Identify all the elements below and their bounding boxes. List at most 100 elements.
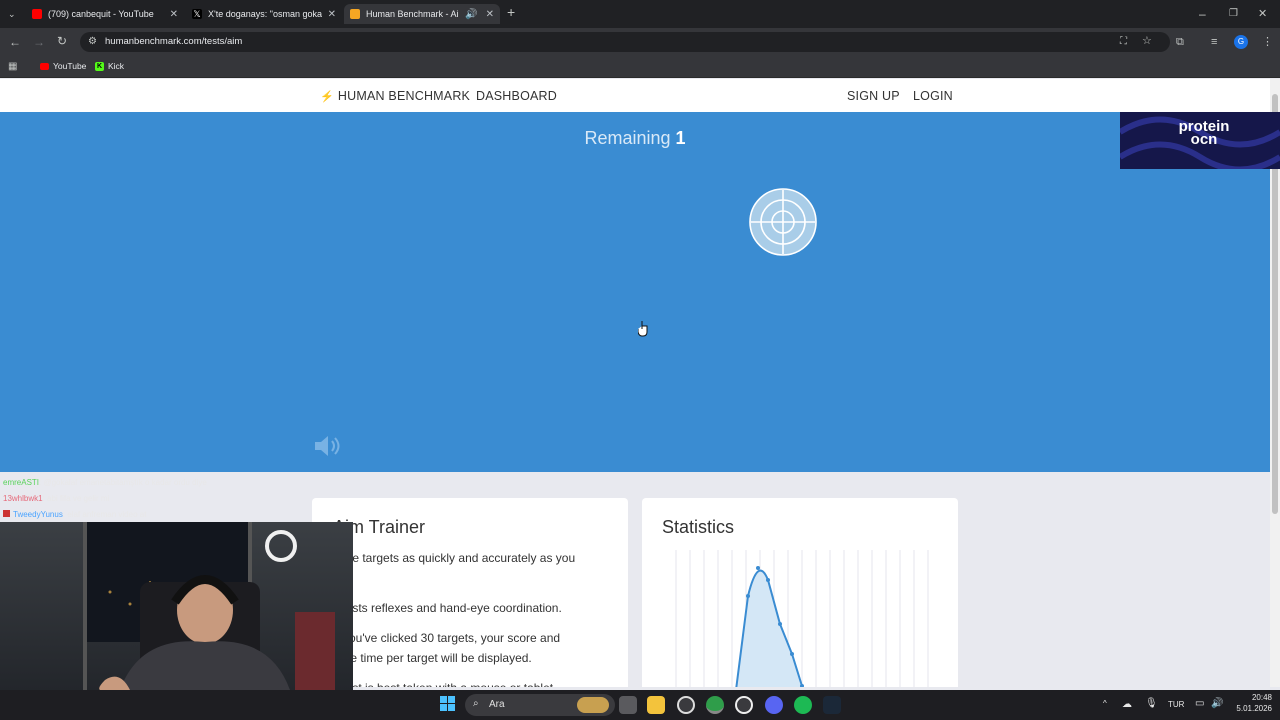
search-icon: ⌕ (473, 698, 479, 709)
chat-text: : elaf anfreman video at (62, 510, 147, 519)
chat-username: emreASTI (3, 478, 40, 487)
about-line-5: s test is best taken with a mouse or tab… (333, 678, 553, 687)
sound-toggle-icon[interactable] (313, 434, 343, 458)
volume-icon[interactable]: 🔊 (1211, 698, 1223, 709)
chat-badge-icon (3, 510, 10, 517)
about-line-2: s tests reflexes and hand-eye coordinati… (333, 601, 562, 615)
file-explorer-icon[interactable] (647, 696, 665, 714)
tab-title: Human Benchmark - Aim Tr (366, 9, 459, 19)
reload-icon[interactable]: ↻ (57, 35, 67, 47)
tray-overflow-icon[interactable]: ^ (1103, 699, 1107, 708)
kick-icon: K (95, 61, 104, 71)
login-link[interactable]: LOGIN (913, 89, 953, 103)
new-tab-button[interactable]: + (507, 5, 515, 19)
bookmark-youtube[interactable]: YouTube (40, 61, 86, 71)
about-card: Aim Trainer k the targets as quickly and… (312, 498, 628, 687)
bookmark-star-icon[interactable]: ☆ (1142, 35, 1152, 47)
sponsor-logo: protein ocn (1175, 119, 1233, 147)
microphone-icon[interactable]: 🎙 (1145, 698, 1158, 709)
steam-icon[interactable] (823, 696, 841, 714)
tab-youtube[interactable]: (709) canbequit - YouTube ✕ (26, 4, 184, 24)
remaining-value: 1 (675, 128, 686, 148)
task-view-icon[interactable] (619, 696, 637, 714)
network-icon[interactable]: ▭ (1195, 698, 1204, 709)
profile-avatar[interactable]: G (1234, 35, 1248, 49)
back-icon[interactable]: ← (9, 36, 21, 48)
search-label: Ara (489, 699, 505, 710)
clock-time: 20:48 (1251, 693, 1272, 702)
windows-start-icon[interactable] (440, 696, 456, 712)
tab-strip: ⌄ (709) canbequit - YouTube ✕ 𝕏 X'te dog… (0, 0, 1280, 28)
discord-icon[interactable] (765, 696, 783, 714)
hand-cursor-icon (638, 321, 648, 337)
sponsor-overlay: protein ocn (1120, 112, 1280, 169)
app-icon[interactable] (677, 696, 695, 714)
remaining-counter: Remaining 1 (0, 128, 1270, 149)
chat-message: 13whlbwk1: abi fifa ve gelir mi (3, 494, 109, 503)
lightning-bolt-icon: ⚡ (320, 91, 334, 103)
about-line-3: e you've clicked 30 targets, your score … (333, 631, 561, 645)
bookmark-label: YouTube (53, 61, 87, 71)
spotify-icon[interactable] (794, 696, 812, 714)
webcam-overlay (0, 522, 353, 690)
site-navbar: ⚡ HUMAN BENCHMARK DASHBOARD SIGN UP LOGIN (0, 79, 1270, 112)
menu-kebab-icon[interactable]: ⋮ (1262, 36, 1273, 48)
chat-text: : abi fifa ve gelir mi (42, 494, 110, 503)
speaker-audio-icon[interactable]: 🔊 (465, 9, 477, 20)
aim-test-area[interactable]: Remaining 1 (0, 112, 1270, 472)
chat-message: emreASTI: @gokalaf emanetabitamştık o ka… (3, 478, 207, 487)
media-controls-icon[interactable]: ≡ (1211, 36, 1217, 48)
chat-username: TweedyYunus (13, 510, 63, 519)
chat-text: : @gokalaf emanetabitamştık o kadar ordu… (39, 478, 207, 487)
about-line-4: rage time per target will be displayed. (333, 651, 532, 665)
restore-icon[interactable]: ❐ (1229, 8, 1238, 20)
bookmarks-bar (0, 56, 1280, 78)
tab-title: (709) canbequit - YouTube (48, 9, 154, 19)
tab-x[interactable]: 𝕏 X'te doganays: "osman gokala ✕ (186, 4, 342, 24)
tab-title: X'te doganays: "osman gokala (208, 9, 322, 19)
close-tab-icon[interactable]: ✕ (328, 9, 336, 20)
x-favicon-icon: 𝕏 (192, 9, 202, 19)
youtube-favicon-icon (32, 9, 42, 19)
webcam-feed-image (0, 522, 353, 690)
clock-date: 5.01.2026 (1236, 704, 1272, 713)
brand-text: HUMAN BENCHMARK (337, 89, 471, 103)
clock[interactable]: 20:48 5.01.2026 (1236, 693, 1272, 713)
site-info-icon[interactable]: ⚙ (88, 36, 97, 48)
address-bar[interactable]: ⚙ humanbenchmark.com/tests/aim ⛶ ☆ (80, 32, 1170, 52)
tab-human-benchmark[interactable]: Human Benchmark - Aim Tr 🔊 ✕ (344, 4, 500, 24)
stream-chat-overlay: emreASTI: @gokalaf emanetabitamştık o ka… (0, 474, 360, 522)
apps-grid-icon[interactable]: ▦ (8, 61, 17, 73)
search-highlight-icon (577, 697, 609, 713)
bookmark-kick[interactable]: K Kick (95, 61, 124, 71)
dashboard-link[interactable]: DASHBOARD (476, 89, 557, 103)
brand-link[interactable]: ⚡ HUMAN BENCHMARK (320, 89, 470, 103)
close-tab-icon[interactable]: ✕ (170, 9, 178, 20)
chrome-icon[interactable] (706, 696, 724, 714)
minimize-icon[interactable]: – (1199, 8, 1206, 20)
extensions-icon[interactable]: ⧉ (1176, 36, 1184, 48)
human-benchmark-favicon-icon (350, 9, 360, 19)
forward-icon[interactable]: → (33, 36, 45, 48)
bookmark-label: Kick (108, 61, 125, 71)
chatgpt-icon[interactable] (735, 696, 753, 714)
about-line-1: k the targets as quickly and accurately … (333, 551, 576, 565)
taskbar-search[interactable]: ⌕ Ara (465, 694, 615, 716)
stats-distribution-plot (675, 550, 929, 687)
tab-search-icon[interactable]: ⌄ (8, 8, 16, 20)
chat-message: TweedyYunus: elaf anfreman video at (3, 510, 146, 519)
chat-username: 13whlbwk1 (3, 494, 43, 503)
remaining-label: Remaining (584, 128, 671, 148)
os-taskbar (0, 690, 1280, 720)
aim-target-icon[interactable] (749, 188, 817, 256)
language-indicator[interactable]: TUR (1168, 700, 1184, 709)
page-scrollbar[interactable] (1270, 79, 1280, 687)
onedrive-icon[interactable]: ☁ (1122, 699, 1132, 710)
signup-link[interactable]: SIGN UP (847, 89, 900, 103)
translate-icon[interactable]: ⛶ (1120, 36, 1127, 48)
stats-card: Statistics (642, 498, 958, 687)
window-close-icon[interactable]: ✕ (1258, 8, 1267, 20)
stats-card-title: Statistics (662, 517, 735, 537)
youtube-icon (40, 62, 49, 70)
close-tab-icon[interactable]: ✕ (486, 9, 494, 20)
